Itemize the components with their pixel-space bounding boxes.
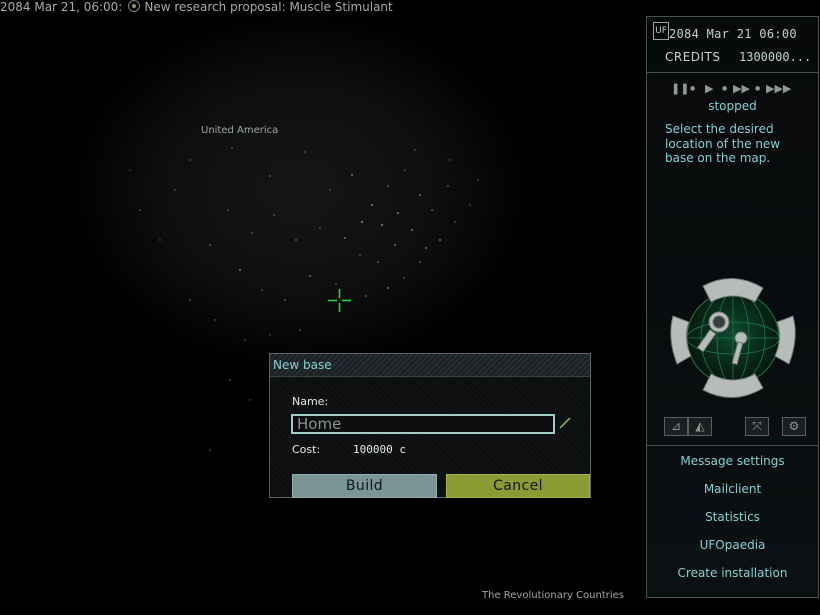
fast-forward-icon[interactable]: ▶▶ bbox=[733, 83, 750, 95]
country-label: The Revolutionary Countries bbox=[482, 590, 625, 601]
aircraft-icon[interactable]: ⊿ bbox=[664, 417, 688, 436]
base-map-icon[interactable]: ◭ bbox=[688, 417, 712, 436]
credits-value: 1300000... bbox=[739, 50, 812, 64]
news-message: New research proposal: Muscle Stimulant bbox=[144, 0, 393, 14]
globe-rotator[interactable] bbox=[663, 268, 803, 408]
city-lights bbox=[129, 147, 479, 451]
menu-ufopaedia[interactable]: UFOpaedia bbox=[647, 538, 818, 552]
status-section: UF 2084 Mar 21 06:00 CREDITS 1300000... bbox=[647, 17, 818, 73]
cost-label: Cost: bbox=[292, 443, 321, 456]
ufo-logo-icon: UF bbox=[653, 22, 669, 40]
dialog-title: New base bbox=[273, 358, 332, 372]
name-label: Name: bbox=[292, 395, 329, 408]
crosshair-icon bbox=[328, 289, 351, 312]
settings-icon[interactable]: ⚙ bbox=[782, 417, 806, 436]
dot-icon: ● bbox=[722, 85, 728, 92]
region-label: United America bbox=[201, 125, 279, 136]
news-ticker[interactable]: 2084 Mar 21, 06:00: New research proposal… bbox=[0, 0, 393, 14]
edit-pencil-icon[interactable] bbox=[558, 416, 572, 430]
fastest-icon[interactable]: ▶▶▶ bbox=[766, 83, 791, 95]
cancel-button[interactable]: Cancel bbox=[446, 474, 590, 498]
cost-value: 100000 c bbox=[353, 443, 406, 456]
new-base-dialog: New base Name: Cost: 100000 c Build Canc… bbox=[269, 353, 591, 498]
build-button[interactable]: Build bbox=[292, 474, 437, 498]
menu-create-installation[interactable]: Create installation bbox=[647, 566, 818, 580]
base-name-input[interactable] bbox=[291, 414, 555, 434]
news-timestamp: 2084 Mar 21, 06:00: bbox=[0, 0, 123, 14]
menu-mailclient[interactable]: Mailclient bbox=[647, 482, 818, 496]
dialog-titlebar[interactable]: New base bbox=[270, 354, 590, 377]
dot-icon: ● bbox=[690, 85, 696, 92]
menu-statistics[interactable]: Statistics bbox=[647, 510, 818, 524]
dot-icon: ● bbox=[755, 85, 761, 92]
game-datetime: 2084 Mar 21 06:00 bbox=[669, 27, 797, 41]
time-section: ❚❚ ● ▶ ● ▶▶ ● ▶▶▶ stopped Select the des… bbox=[647, 73, 818, 446]
control-panel: UF 2084 Mar 21 06:00 CREDITS 1300000... … bbox=[646, 16, 819, 598]
time-controls: ❚❚ ● ▶ ● ▶▶ ● ▶▶▶ bbox=[671, 83, 801, 95]
pause-icon[interactable]: ❚❚ bbox=[671, 83, 689, 95]
menu-message-settings[interactable]: Message settings bbox=[647, 454, 818, 468]
instruction-text: Select the desired location of the new b… bbox=[665, 122, 781, 165]
research-icon bbox=[128, 0, 141, 12]
play-icon[interactable]: ▶ bbox=[705, 83, 713, 95]
time-status: stopped bbox=[708, 99, 757, 113]
fullscreen-icon[interactable]: ⤧ bbox=[745, 417, 769, 436]
credits-label: CREDITS bbox=[665, 50, 721, 64]
